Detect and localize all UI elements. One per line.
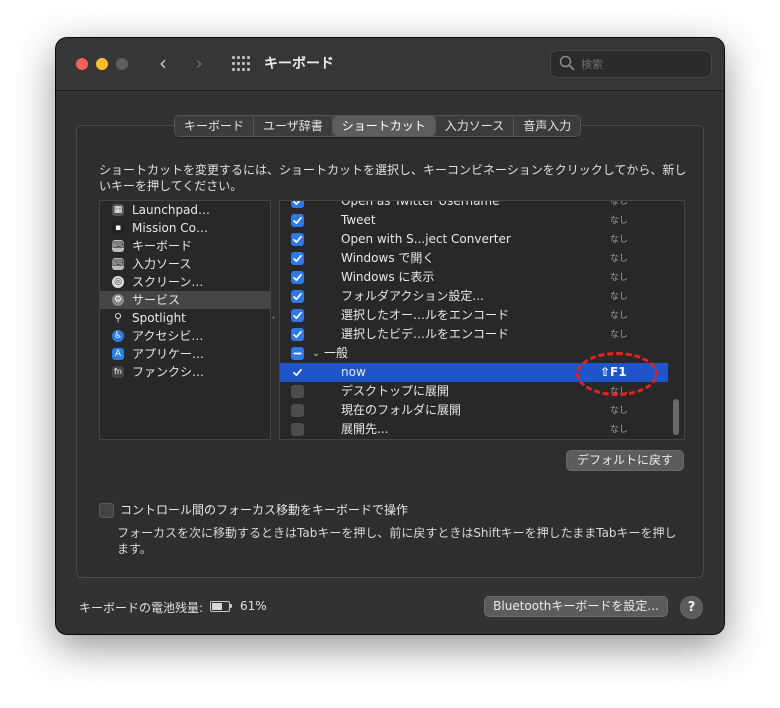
checkbox[interactable] bbox=[291, 271, 304, 284]
shortcut-row[interactable]: Open as Twitter Username なし bbox=[280, 201, 668, 211]
focus-navigation-checkbox[interactable] bbox=[99, 503, 114, 518]
search-field[interactable]: 検索 bbox=[550, 50, 712, 78]
battery-label: キーボードの電池残量: bbox=[79, 601, 204, 615]
battery-icon bbox=[210, 601, 230, 612]
tab-shortcuts[interactable]: ショートカット bbox=[332, 116, 436, 136]
close-button[interactable] bbox=[76, 58, 88, 70]
help-button[interactable]: ? bbox=[680, 596, 703, 619]
tab-dictation[interactable]: 音声入力 bbox=[514, 116, 580, 136]
search-icon bbox=[559, 55, 575, 71]
forward-chevron-icon[interactable]: › bbox=[188, 52, 210, 74]
zoom-button[interactable] bbox=[116, 58, 128, 70]
checkbox[interactable] bbox=[291, 214, 304, 227]
tab-input-sources[interactable]: 入力ソース bbox=[436, 116, 515, 136]
battery-level-fill bbox=[212, 603, 222, 610]
tab-bar: キーボード ユーザ辞書 ショートカット 入力ソース 音声入力 bbox=[174, 115, 582, 137]
checkbox[interactable] bbox=[291, 366, 304, 379]
category-item-keyboard[interactable]: ⌨ キーボード bbox=[100, 237, 270, 255]
battery-cap bbox=[230, 604, 232, 608]
back-chevron-icon[interactable]: ‹ bbox=[152, 52, 174, 74]
checkbox[interactable] bbox=[291, 404, 304, 417]
scrollbar-thumb[interactable] bbox=[673, 399, 679, 435]
shortcut-row[interactable]: Windows に表示 なし bbox=[280, 268, 668, 287]
minimize-button[interactable] bbox=[96, 58, 108, 70]
keyboard-icon: ⌨ bbox=[112, 240, 125, 252]
shortcut-row[interactable]: 展開先... なし bbox=[280, 420, 668, 439]
category-item-spotlight[interactable]: ⚲ Spotlight bbox=[100, 309, 270, 327]
checkbox[interactable] bbox=[291, 328, 304, 341]
disclosure-chevron-icon[interactable]: ⌄ bbox=[312, 344, 320, 363]
category-item-function-keys[interactable]: fn ファンクシ… bbox=[100, 363, 270, 381]
restore-defaults-button[interactable]: デフォルトに戻す bbox=[566, 450, 684, 471]
tab-keyboard[interactable]: キーボード bbox=[175, 116, 255, 136]
split-view-handle[interactable] bbox=[272, 316, 275, 319]
category-item-accessibility[interactable]: ♿ アクセシビ… bbox=[100, 327, 270, 345]
annotation-dashed-circle bbox=[576, 352, 658, 396]
input-source-icon: ⌨ bbox=[112, 258, 125, 270]
launchpad-icon: ▦ bbox=[112, 204, 124, 216]
checkbox[interactable] bbox=[291, 252, 304, 265]
category-item-services[interactable]: ⚙ サービス bbox=[100, 291, 270, 309]
category-item-launchpad[interactable]: ▦ Launchpad… bbox=[100, 201, 270, 219]
mission-control-icon: ▪ bbox=[112, 222, 124, 234]
focus-navigation-label: コントロール間のフォーカス移動をキーボードで操作 bbox=[120, 503, 409, 517]
shortcut-row[interactable]: 選択したオー…ルをエンコード なし bbox=[280, 306, 668, 325]
category-item-mission-control[interactable]: ▪ Mission Co… bbox=[100, 219, 270, 237]
focus-navigation-help: フォーカスを次に移動するときはTabキーを押し、前に戻すときはShiftキーを押… bbox=[117, 526, 677, 556]
tab-user-dictionary[interactable]: ユーザ辞書 bbox=[254, 116, 333, 136]
bluetooth-keyboard-setup-button[interactable]: Bluetoothキーボードを設定... bbox=[484, 596, 668, 617]
app-store-icon: A bbox=[112, 348, 124, 360]
shortcut-category-list: ▦ Launchpad… ▪ Mission Co… ⌨ キーボード ⌨ 入力ソ… bbox=[99, 200, 271, 440]
category-item-screenshots[interactable]: ◎ スクリーン… bbox=[100, 273, 270, 291]
titlebar: ‹ › キーボード 検索 bbox=[56, 38, 724, 91]
checkbox[interactable] bbox=[291, 309, 304, 322]
battery-percent: 61% bbox=[240, 599, 267, 613]
screenshot-icon: ◎ bbox=[112, 276, 124, 288]
shortcut-row[interactable]: Tweet なし bbox=[280, 211, 668, 230]
checkbox[interactable] bbox=[291, 233, 304, 246]
show-all-grid-icon[interactable] bbox=[232, 56, 250, 72]
shortcut-description: ショートカットを変更するには、ショートカットを選択し、キーコンビネーションをクリ… bbox=[99, 163, 687, 193]
shortcut-list: Open as Twitter Username なし Tweet なし Ope… bbox=[279, 200, 685, 440]
checkbox[interactable] bbox=[291, 290, 304, 303]
shortcut-row[interactable]: Windows で開く なし bbox=[280, 249, 668, 268]
shortcut-row[interactable]: 選択したビデ…ルをエンコード なし bbox=[280, 325, 668, 344]
keyboard-preferences-window: ‹ › キーボード 検索 キーボード ユーザ辞書 ショートカット 入力ソース 音… bbox=[56, 38, 724, 634]
search-placeholder: 検索 bbox=[581, 58, 603, 71]
category-item-app-shortcuts[interactable]: A アプリケー… bbox=[100, 345, 270, 363]
category-item-input-sources[interactable]: ⌨ 入力ソース bbox=[100, 255, 270, 273]
window-title: キーボード bbox=[264, 56, 334, 72]
shortcut-row[interactable]: Open with S...ject Converter なし bbox=[280, 230, 668, 249]
checkbox-mixed[interactable] bbox=[291, 347, 304, 360]
checkbox[interactable] bbox=[291, 385, 304, 398]
fn-icon: fn bbox=[112, 366, 124, 378]
checkbox[interactable] bbox=[291, 423, 304, 436]
gear-icon: ⚙ bbox=[112, 294, 124, 306]
shortcut-row[interactable]: 現在のフォルダに展開 なし bbox=[280, 401, 668, 420]
spotlight-icon: ⚲ bbox=[113, 311, 123, 324]
checkbox[interactable] bbox=[291, 201, 304, 208]
shortcut-row[interactable]: フォルダアクション設定... なし bbox=[280, 287, 668, 306]
accessibility-icon: ♿ bbox=[112, 330, 124, 342]
